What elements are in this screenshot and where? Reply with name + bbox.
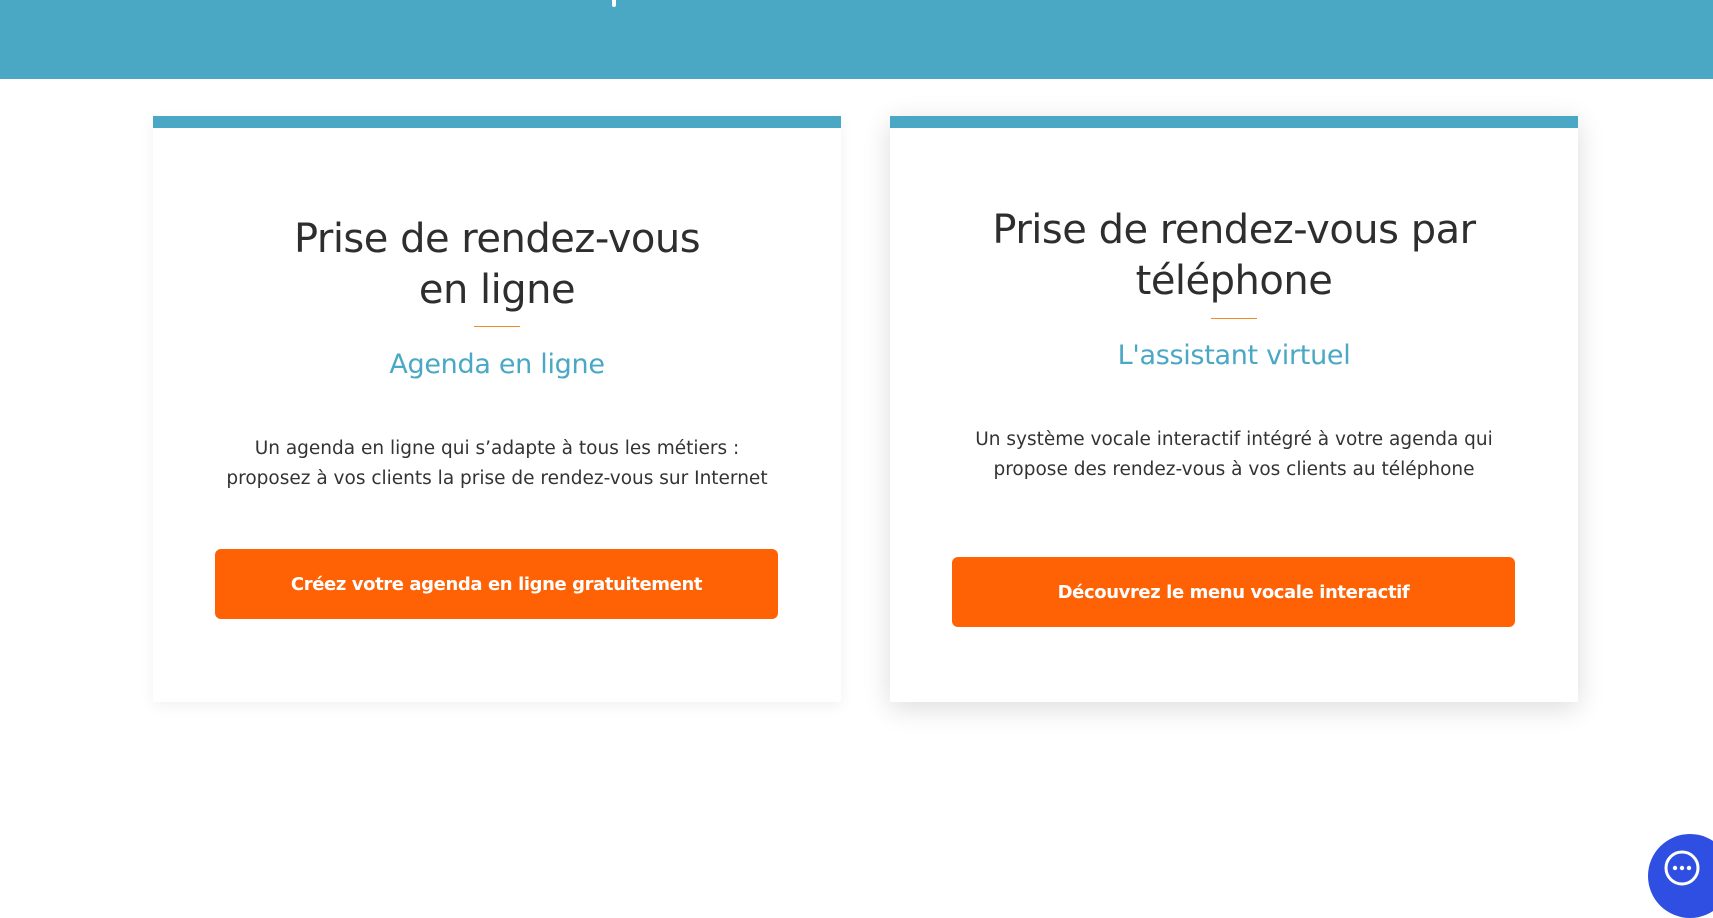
card-subtitle: L'assistant virtuel [1117,340,1351,371]
card-description-line1: Un agenda en ligne qui s’adapte à tous l… [254,438,740,459]
banner-text-fragment [612,0,616,7]
card-title-line2: en ligne [418,267,576,313]
card-title-line2: téléphone [1135,258,1333,304]
chat-bubble-icon [1664,850,1700,886]
card-title-line1: Prise de rendez-vous par [992,207,1476,253]
chat-widget-button[interactable] [1648,834,1713,918]
card-title-line1: Prise de rendez-vous [293,216,701,262]
title-divider [1211,318,1257,319]
card-subtitle: Agenda en ligne [389,349,605,380]
card-title: Prise de rendez-vous en ligne [153,214,841,316]
card-phone-booking: Prise de rendez-vous par téléphone L'ass… [890,116,1578,702]
card-description-line2: proposez à vos clients la prise de rende… [226,468,768,489]
discover-voice-menu-button[interactable]: Découvrez le menu vocale interactif [952,557,1515,627]
card-online-booking: Prise de rendez-vous en ligne Agenda en … [153,116,841,702]
card-title: Prise de rendez-vous par téléphone [890,205,1578,307]
title-divider [474,326,520,327]
top-banner [0,0,1713,79]
card-description-line1: Un système vocale interactif intégré à v… [975,429,1493,450]
card-description-line2: propose des rendez-vous à vos clients au… [993,459,1475,480]
card-description: Un système vocale interactif intégré à v… [930,425,1538,485]
create-agenda-button[interactable]: Créez votre agenda en ligne gratuitement [215,549,778,619]
card-description: Un agenda en ligne qui s’adapte à tous l… [193,434,801,494]
